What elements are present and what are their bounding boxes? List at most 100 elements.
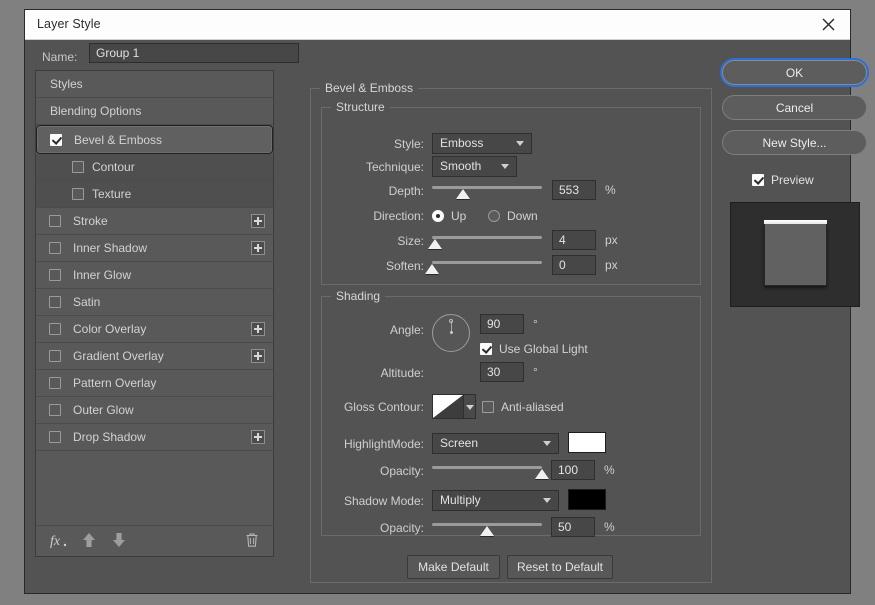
styles-list: Styles Blending Options Bevel & Emboss Cont… xyxy=(36,71,273,451)
styles-list-item-gradient-overlay[interactable]: Gradient Overlay xyxy=(36,343,273,370)
arrow-down-icon[interactable] xyxy=(112,532,126,551)
styles-list-item-label: Stroke xyxy=(73,214,108,228)
shadow-opacity-label: Opacity: xyxy=(379,521,424,535)
highlight-opacity-thumb[interactable] xyxy=(535,469,549,479)
styles-list-item-texture[interactable]: Texture xyxy=(36,181,273,208)
styles-list-item-toggle[interactable] xyxy=(50,133,62,146)
close-icon[interactable] xyxy=(806,10,850,38)
checkbox-icon xyxy=(49,350,61,362)
highlight-mode-select[interactable]: Screen xyxy=(432,433,559,454)
highlight-opacity-track xyxy=(432,466,542,469)
styles-list-item-bevel-emboss[interactable]: Bevel & Emboss xyxy=(36,125,273,154)
structure-group-label: Structure xyxy=(331,100,390,114)
angle-input[interactable] xyxy=(480,314,524,334)
shadow-opacity-slider[interactable] xyxy=(432,520,542,538)
style-select[interactable]: Emboss xyxy=(432,133,532,154)
styles-list-item-label: Blending Options xyxy=(50,104,142,118)
depth-slider-thumb[interactable] xyxy=(455,189,470,199)
add-effect-plus-icon[interactable] xyxy=(251,349,265,363)
styles-list-item-toggle[interactable] xyxy=(49,404,61,416)
styles-list-item-toggle[interactable] xyxy=(49,350,61,362)
preview-checkbox[interactable]: Preview xyxy=(752,173,814,187)
bevel-emboss-panel: Bevel & Emboss Structure Style: Emboss T… xyxy=(310,81,712,591)
checkbox-icon xyxy=(49,242,61,254)
direction-up-label: Up xyxy=(451,209,467,223)
styles-list-item-toggle[interactable] xyxy=(49,242,61,254)
styles-list-item-toggle[interactable] xyxy=(49,215,61,227)
styles-list-item-inner-shadow[interactable]: Inner Shadow xyxy=(36,235,273,262)
depth-input[interactable] xyxy=(552,180,596,200)
styles-list-item-satin[interactable]: Satin xyxy=(36,289,273,316)
size-slider-track xyxy=(432,236,542,239)
cancel-button[interactable]: Cancel xyxy=(722,95,867,120)
angle-dial[interactable] xyxy=(432,314,470,352)
arrow-up-icon[interactable] xyxy=(82,532,96,551)
use-global-light-checkbox[interactable]: Use Global Light xyxy=(480,342,588,356)
styles-list-item-toggle[interactable] xyxy=(49,323,61,335)
shadow-color-swatch[interactable] xyxy=(568,489,606,510)
add-effect-plus-icon[interactable] xyxy=(251,430,265,444)
shadow-mode-select[interactable]: Multiply xyxy=(432,490,559,511)
fx-icon[interactable]: fx xyxy=(50,532,68,551)
soften-input[interactable] xyxy=(552,255,596,275)
highlight-opacity-input[interactable] xyxy=(551,460,595,480)
shadow-opacity-thumb[interactable] xyxy=(480,526,494,536)
checkbox-icon xyxy=(482,401,494,413)
checkbox-icon xyxy=(49,404,61,416)
styles-list-item-drop-shadow[interactable]: Drop Shadow xyxy=(36,424,273,451)
styles-list-item-toggle[interactable] xyxy=(49,377,61,389)
name-input[interactable] xyxy=(89,43,299,63)
shadow-opacity-input[interactable] xyxy=(551,517,595,537)
chevron-down-icon[interactable] xyxy=(464,395,475,418)
soften-slider-thumb[interactable] xyxy=(425,264,439,274)
altitude-unit: ° xyxy=(533,365,538,379)
chevron-down-icon xyxy=(543,441,551,446)
checkbox-icon xyxy=(49,431,61,443)
technique-select[interactable]: Smooth xyxy=(432,156,517,177)
add-effect-plus-icon[interactable] xyxy=(251,241,265,255)
styles-list-item-stroke[interactable]: Stroke xyxy=(36,208,273,235)
styles-list-item-color-overlay[interactable]: Color Overlay xyxy=(36,316,273,343)
altitude-label: Altitude: xyxy=(380,366,424,380)
highlight-opacity-slider[interactable] xyxy=(432,463,549,481)
altitude-input[interactable] xyxy=(480,362,524,382)
styles-list-item-blending-options[interactable]: Blending Options xyxy=(36,98,273,125)
add-effect-plus-icon[interactable] xyxy=(251,322,265,336)
styles-list-item-contour[interactable]: Contour xyxy=(36,154,273,181)
styles-list-item-toggle[interactable] xyxy=(49,269,61,281)
checkbox-icon xyxy=(49,323,61,335)
angle-unit: ° xyxy=(533,317,538,331)
shading-group-label: Shading xyxy=(331,289,386,303)
soften-slider[interactable] xyxy=(425,258,542,276)
styles-list-item-toggle[interactable] xyxy=(49,431,61,443)
depth-label: Depth: xyxy=(388,184,424,198)
styles-list-item-toggle[interactable] xyxy=(49,296,61,308)
styles-list-item-inner-glow[interactable]: Inner Glow xyxy=(36,262,273,289)
ok-button[interactable]: OK xyxy=(722,60,867,85)
size-slider-thumb[interactable] xyxy=(428,239,443,249)
direction-radio-down[interactable]: Down xyxy=(488,209,538,223)
anti-aliased-checkbox[interactable]: Anti-aliased xyxy=(482,400,564,414)
dialog-title: Layer Style xyxy=(37,17,101,31)
add-effect-plus-icon[interactable] xyxy=(251,214,265,228)
depth-slider[interactable] xyxy=(432,183,542,201)
styles-list-item-toggle[interactable] xyxy=(72,161,84,173)
styles-list-panel: Styles Blending Options Bevel & Emboss Cont… xyxy=(35,70,274,557)
contour-curve-icon xyxy=(433,395,464,418)
trash-icon[interactable] xyxy=(245,532,259,551)
styles-list-item-pattern-overlay[interactable]: Pattern Overlay xyxy=(36,370,273,397)
size-slider[interactable] xyxy=(428,233,542,251)
reset-to-default-button[interactable]: Reset to Default xyxy=(507,555,613,579)
styles-list-item-label: Styles xyxy=(50,77,83,91)
styles-list-item-styles[interactable]: Styles xyxy=(36,71,273,98)
highlight-color-swatch[interactable] xyxy=(568,432,606,453)
new-style-button[interactable]: New Style... xyxy=(722,130,867,155)
size-input[interactable] xyxy=(552,230,596,250)
styles-list-item-label: Texture xyxy=(92,187,132,201)
gloss-contour-picker[interactable] xyxy=(432,394,476,419)
direction-radio-up[interactable]: Up xyxy=(432,209,466,223)
make-default-button[interactable]: Make Default xyxy=(407,555,500,579)
styles-list-item-outer-glow[interactable]: Outer Glow xyxy=(36,397,273,424)
styles-list-item-toggle[interactable] xyxy=(72,188,84,200)
technique-label: Technique: xyxy=(365,160,424,174)
